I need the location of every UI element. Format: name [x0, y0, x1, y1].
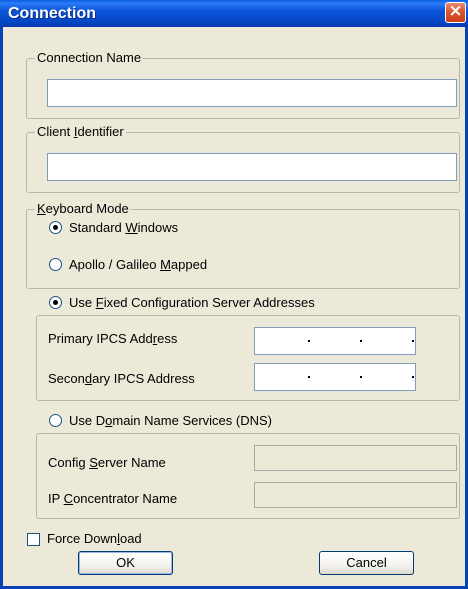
client-identifier-label: Client Identifier: [35, 124, 126, 140]
standard-windows-label[interactable]: Standard Windows: [69, 220, 178, 235]
fixed-servers-accesskey: F: [95, 295, 104, 310]
ip-concentrator-label-post: oncentrator Name: [73, 491, 178, 506]
ip-separator-dot: [360, 340, 362, 342]
primary-ipcs-label-pre: Primary IPCS Add: [48, 331, 153, 346]
title-bar[interactable]: Connection ×: [0, 0, 468, 27]
standard-windows-label-post: indows: [137, 220, 179, 235]
standard-windows-radio[interactable]: [49, 221, 62, 234]
radio-selected-dot: [53, 300, 58, 305]
ip-concentrator-label: IP Concentrator Name: [48, 491, 177, 506]
standard-windows-accesskey: W: [125, 220, 138, 235]
apollo-galileo-label-pre: Apollo / Galileo: [69, 257, 161, 272]
keyboard-mode-label: Keyboard Mode: [35, 201, 131, 217]
ip-separator-dot: [412, 340, 414, 342]
apollo-galileo-label-post: apped: [170, 257, 208, 272]
ip-separator-dot: [360, 376, 362, 378]
dns-label-pre: Use D: [69, 413, 106, 428]
config-server-label-post: erver Name: [97, 455, 166, 470]
ip-concentrator-name-input[interactable]: [254, 482, 457, 508]
config-server-name-input[interactable]: [254, 445, 457, 471]
ok-button[interactable]: OK: [78, 551, 173, 575]
ip-separator-dot: [308, 376, 310, 378]
connection-name-input[interactable]: [47, 79, 457, 107]
connection-dialog: Connection × Connection Name Client Iden…: [0, 0, 468, 589]
secondary-ipcs-address-input[interactable]: [254, 363, 416, 391]
config-server-label-pre: Config: [48, 455, 90, 470]
force-download-label[interactable]: Force Download: [47, 531, 142, 546]
ip-separator-dot: [412, 376, 414, 378]
primary-ipcs-label-post: ess: [157, 331, 178, 346]
connection-name-label: Connection Name: [35, 50, 144, 66]
window-title: Connection: [8, 5, 96, 22]
secondary-ipcs-label: Secondary IPCS Address: [48, 371, 195, 386]
dns-label-post: main Name Services (DNS): [112, 413, 273, 428]
force-download-checkbox[interactable]: [27, 533, 40, 546]
client-identifier-input[interactable]: [47, 153, 457, 181]
client-identifier-label-post: dentifier: [77, 124, 124, 139]
fixed-servers-label[interactable]: Use Fixed Configuration Server Addresses: [69, 295, 315, 310]
dns-radio[interactable]: [49, 414, 62, 427]
primary-ipcs-address-input[interactable]: [254, 327, 416, 355]
apollo-galileo-label[interactable]: Apollo / Galileo Mapped: [69, 257, 207, 272]
apollo-galileo-accesskey: M: [160, 257, 171, 272]
standard-windows-label-pre: Standard: [69, 220, 126, 235]
ip-concentrator-label-pre: IP: [48, 491, 64, 506]
config-server-label: Config Server Name: [48, 455, 166, 470]
cancel-button[interactable]: Cancel: [319, 551, 414, 575]
fixed-servers-radio[interactable]: [49, 296, 62, 309]
close-icon: ×: [448, 1, 463, 21]
keyboard-mode-accesskey: K: [37, 201, 46, 216]
close-button[interactable]: ×: [445, 1, 466, 23]
client-identifier-label-pre: Client: [37, 124, 74, 139]
dns-label[interactable]: Use Domain Name Services (DNS): [69, 413, 272, 428]
ip-separator-dot: [308, 340, 310, 342]
primary-ipcs-label: Primary IPCS Address: [48, 331, 177, 346]
force-download-label-post: oad: [119, 531, 142, 546]
secondary-ipcs-label-post: ary IPCS Address: [92, 371, 195, 386]
secondary-ipcs-label-pre: Secon: [48, 371, 85, 386]
config-server-accesskey: S: [89, 455, 98, 470]
apollo-galileo-radio[interactable]: [49, 258, 62, 271]
force-download-label-pre: Force Down: [47, 531, 118, 546]
keyboard-mode-label-post: eyboard Mode: [45, 201, 129, 216]
fixed-servers-label-post: ixed Configuration Server Addresses: [103, 295, 315, 310]
radio-selected-dot: [53, 225, 58, 230]
ip-concentrator-accesskey: C: [63, 491, 74, 506]
fixed-servers-label-pre: Use: [69, 295, 96, 310]
